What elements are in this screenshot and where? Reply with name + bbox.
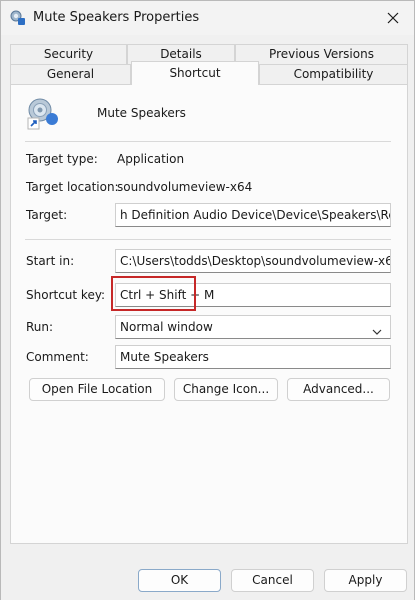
start-in-field[interactable]: C:\Users\todds\Desktop\soundvolumeview-x… (115, 249, 391, 273)
run-select[interactable]: Normal window (115, 315, 391, 339)
shortcut-key-field[interactable]: Ctrl + Shift + M (115, 283, 391, 307)
dialog-footer: OK Cancel Apply (1, 557, 414, 600)
apply-button[interactable]: Apply (324, 569, 407, 592)
tab-security[interactable]: Security (10, 44, 127, 64)
comment-label: Comment: (26, 350, 89, 364)
shortcut-key-label: Shortcut key: (26, 288, 106, 302)
tab-shortcut[interactable]: Shortcut (131, 61, 259, 85)
open-file-location-button[interactable]: Open File Location (29, 378, 165, 401)
properties-window: Mute Speakers Properties Security Detail… (0, 0, 415, 600)
run-select-value: Normal window (120, 320, 213, 334)
start-in-label: Start in: (26, 254, 75, 268)
close-icon[interactable] (382, 7, 404, 29)
chevron-down-icon[interactable] (372, 322, 382, 335)
advanced-button[interactable]: Advanced... (287, 378, 390, 401)
title-bar: Mute Speakers Properties (1, 1, 414, 35)
target-label: Target: (26, 208, 68, 222)
target-location-value: soundvolumeview-x64 (117, 180, 253, 194)
divider (25, 239, 391, 240)
comment-field[interactable]: Mute Speakers (115, 345, 391, 369)
cancel-button[interactable]: Cancel (231, 569, 314, 592)
change-icon-button[interactable]: Change Icon... (174, 378, 278, 401)
divider (25, 141, 391, 142)
tab-compatibility[interactable]: Compatibility (259, 64, 408, 84)
speaker-shortcut-icon (25, 96, 61, 132)
window-title: Mute Speakers Properties (33, 10, 200, 25)
ok-button[interactable]: OK (138, 569, 221, 592)
shortcut-name: Mute Speakers (97, 106, 186, 120)
target-type-value: Application (117, 152, 185, 166)
tab-previous-versions[interactable]: Previous Versions (235, 44, 408, 64)
run-label: Run: (26, 320, 54, 334)
tab-general[interactable]: General (10, 64, 131, 84)
target-field[interactable]: h Definition Audio Device\Device\Speaker… (115, 203, 391, 227)
speaker-shortcut-icon (10, 10, 26, 26)
target-type-label: Target type: (26, 152, 98, 166)
target-location-label: Target location: (26, 180, 119, 194)
